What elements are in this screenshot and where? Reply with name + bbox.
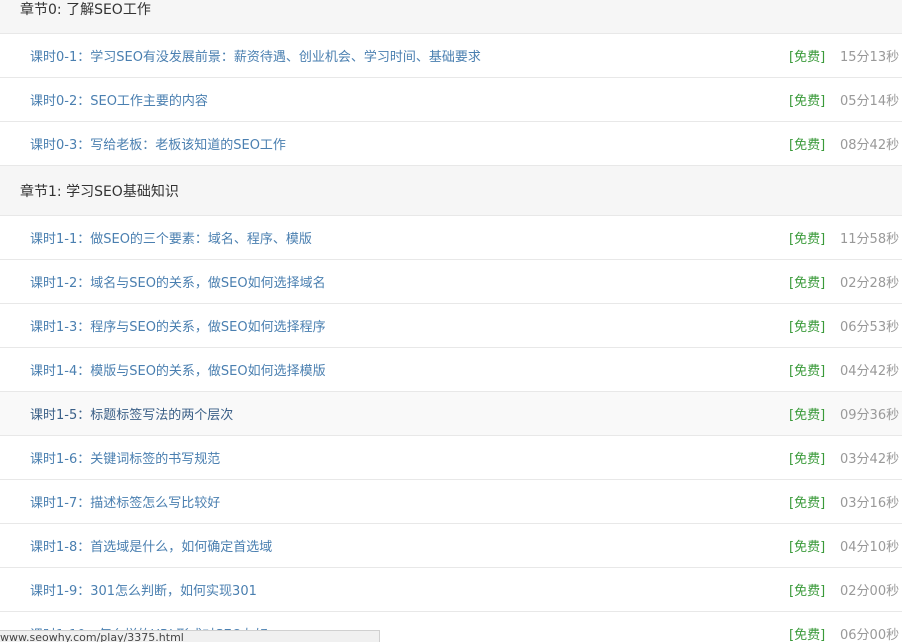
free-badge: [免费] — [789, 50, 826, 65]
lesson-link[interactable]: 课时1-9：301怎么判断，如何实现301 — [30, 580, 257, 599]
lesson-duration: 08分42秒 — [840, 138, 900, 153]
lesson-row[interactable]: 课时1-7：描述标签怎么写比较好 [免费] 03分16秒 — [0, 480, 902, 524]
lesson-duration: 05分14秒 — [840, 94, 900, 109]
lesson-link[interactable]: 课时1-2：域名与SEO的关系，做SEO如何选择域名 — [30, 272, 326, 291]
lesson-duration: 15分13秒 — [840, 50, 900, 65]
course-outline: 章节0: 了解SEO工作 课时0-1：学习SEO有没发展前景：薪资待遇、创业机会… — [0, 0, 902, 642]
chapter-title: 章节0: 了解SEO工作 — [20, 1, 151, 18]
free-badge: [免费] — [789, 584, 826, 599]
lesson-link[interactable]: 课时1-1：做SEO的三个要素：域名、程序、模版 — [30, 228, 312, 247]
lesson-duration: 02分28秒 — [840, 276, 900, 291]
lesson-duration: 04分42秒 — [840, 364, 900, 379]
lesson-row[interactable]: 课时1-8：首选域是什么，如何确定首选域 [免费] 04分10秒 — [0, 524, 902, 568]
chapter-header: 章节1: 学习SEO基础知识 — [0, 166, 902, 216]
lesson-link[interactable]: 课时1-5：标题标签写法的两个层次 — [30, 404, 233, 423]
free-badge: [免费] — [789, 232, 826, 247]
chapter-title: 章节1: 学习SEO基础知识 — [20, 183, 179, 200]
lesson-row[interactable]: 课时1-2：域名与SEO的关系，做SEO如何选择域名 [免费] 02分28秒 — [0, 260, 902, 304]
lesson-link[interactable]: 课时1-8：首选域是什么，如何确定首选域 — [30, 536, 272, 555]
lesson-link[interactable]: 课时1-4：模版与SEO的关系，做SEO如何选择模版 — [30, 360, 326, 379]
lesson-duration: 09分36秒 — [840, 408, 900, 423]
chapter-header: 章节0: 了解SEO工作 — [0, 0, 902, 34]
free-badge: [免费] — [789, 138, 826, 153]
lesson-duration: 02分00秒 — [840, 584, 900, 599]
lesson-duration: 03分16秒 — [840, 496, 900, 511]
lesson-link[interactable]: 课时1-7：描述标签怎么写比较好 — [30, 492, 220, 511]
lesson-row[interactable]: 课时1-4：模版与SEO的关系，做SEO如何选择模版 [免费] 04分42秒 — [0, 348, 902, 392]
lesson-duration: 06分00秒 — [840, 628, 900, 642]
lesson-row[interactable]: 课时1-9：301怎么判断，如何实现301 [免费] 02分00秒 — [0, 568, 902, 612]
lesson-duration: 03分42秒 — [840, 452, 900, 467]
lesson-row[interactable]: 课时1-1：做SEO的三个要素：域名、程序、模版 [免费] 11分58秒 — [0, 216, 902, 260]
free-badge: [免费] — [789, 496, 826, 511]
lesson-row[interactable]: 课时0-1：学习SEO有没发展前景：薪资待遇、创业机会、学习时间、基础要求 [免… — [0, 34, 902, 78]
free-badge: [免费] — [789, 364, 826, 379]
free-badge: [免费] — [789, 276, 826, 291]
lesson-duration: 04分10秒 — [840, 540, 900, 555]
free-badge: [免费] — [789, 408, 826, 423]
free-badge: [免费] — [789, 540, 826, 555]
free-badge: [免费] — [789, 94, 826, 109]
browser-status-bar: www.seowhy.com/play/3375.html — [0, 630, 380, 642]
lesson-link[interactable]: 课时1-6：关键词标签的书写规范 — [30, 448, 220, 467]
lesson-link[interactable]: 课时1-3：程序与SEO的关系，做SEO如何选择程序 — [30, 316, 326, 335]
free-badge: [免费] — [789, 628, 826, 642]
status-url: www.seowhy.com/play/3375.html — [0, 631, 184, 642]
lesson-link[interactable]: 课时0-2：SEO工作主要的内容 — [30, 90, 208, 109]
lesson-row-hovered[interactable]: 课时1-5：标题标签写法的两个层次 [免费] 09分36秒 — [0, 392, 902, 436]
lesson-duration: 06分53秒 — [840, 320, 900, 335]
lesson-duration: 11分58秒 — [840, 232, 900, 247]
lesson-row[interactable]: 课时1-3：程序与SEO的关系，做SEO如何选择程序 [免费] 06分53秒 — [0, 304, 902, 348]
free-badge: [免费] — [789, 320, 826, 335]
lesson-row[interactable]: 课时0-2：SEO工作主要的内容 [免费] 05分14秒 — [0, 78, 902, 122]
lesson-row[interactable]: 课时1-6：关键词标签的书写规范 [免费] 03分42秒 — [0, 436, 902, 480]
lesson-link[interactable]: 课时0-1：学习SEO有没发展前景：薪资待遇、创业机会、学习时间、基础要求 — [30, 46, 481, 65]
lesson-link[interactable]: 课时0-3：写给老板：老板该知道的SEO工作 — [30, 134, 286, 153]
free-badge: [免费] — [789, 452, 826, 467]
lesson-row[interactable]: 课时0-3：写给老板：老板该知道的SEO工作 [免费] 08分42秒 — [0, 122, 902, 166]
